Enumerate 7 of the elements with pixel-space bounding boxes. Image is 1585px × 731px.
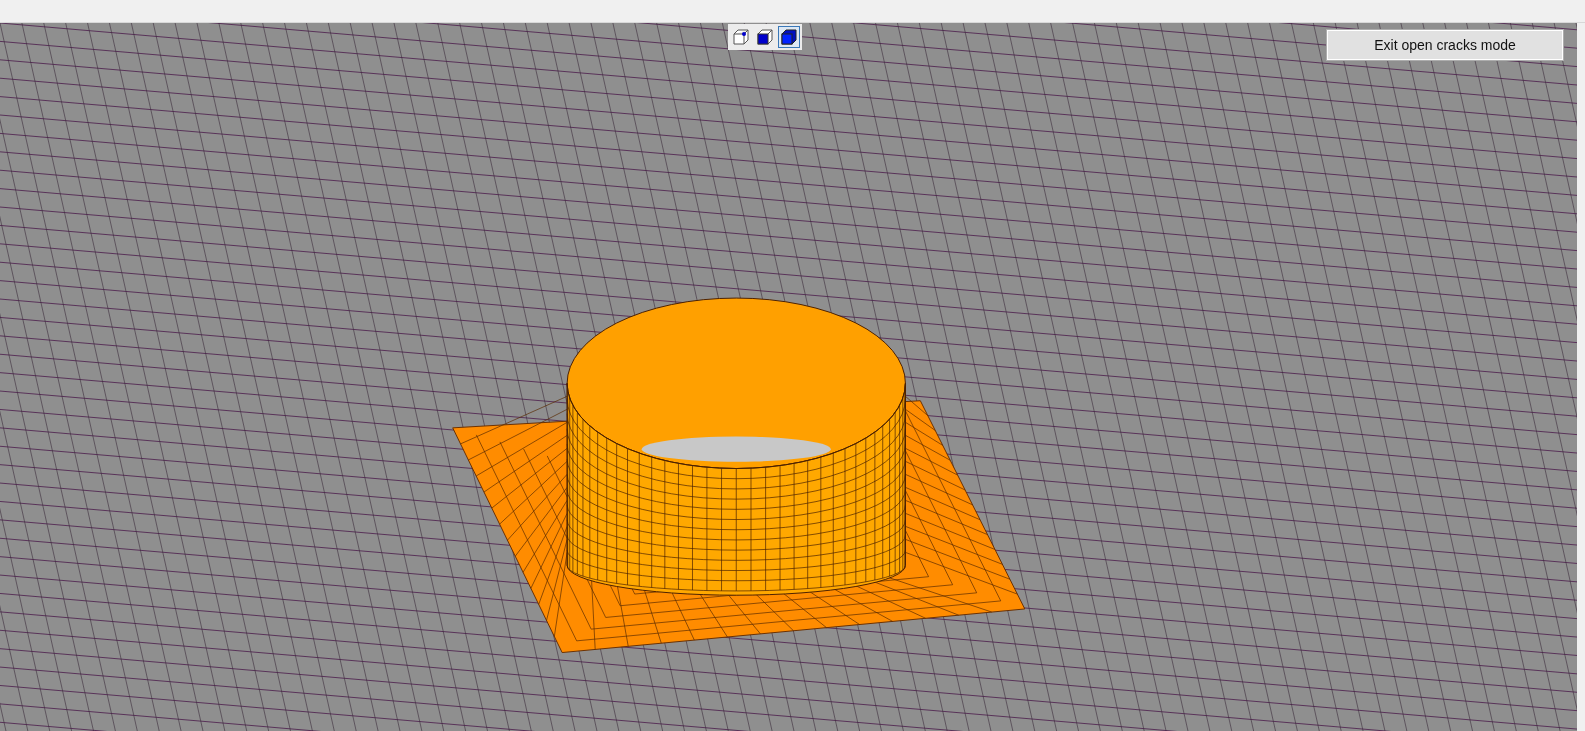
solid-view-button[interactable] <box>778 26 800 48</box>
exit-mode-button[interactable]: Exit open cracks mode <box>1327 30 1563 60</box>
points-view-button[interactable] <box>730 26 752 48</box>
cube-icon <box>780 28 798 46</box>
faces-view-button[interactable] <box>754 26 776 48</box>
wireframe-cube-icon <box>732 28 750 46</box>
cube-icon <box>756 28 774 46</box>
